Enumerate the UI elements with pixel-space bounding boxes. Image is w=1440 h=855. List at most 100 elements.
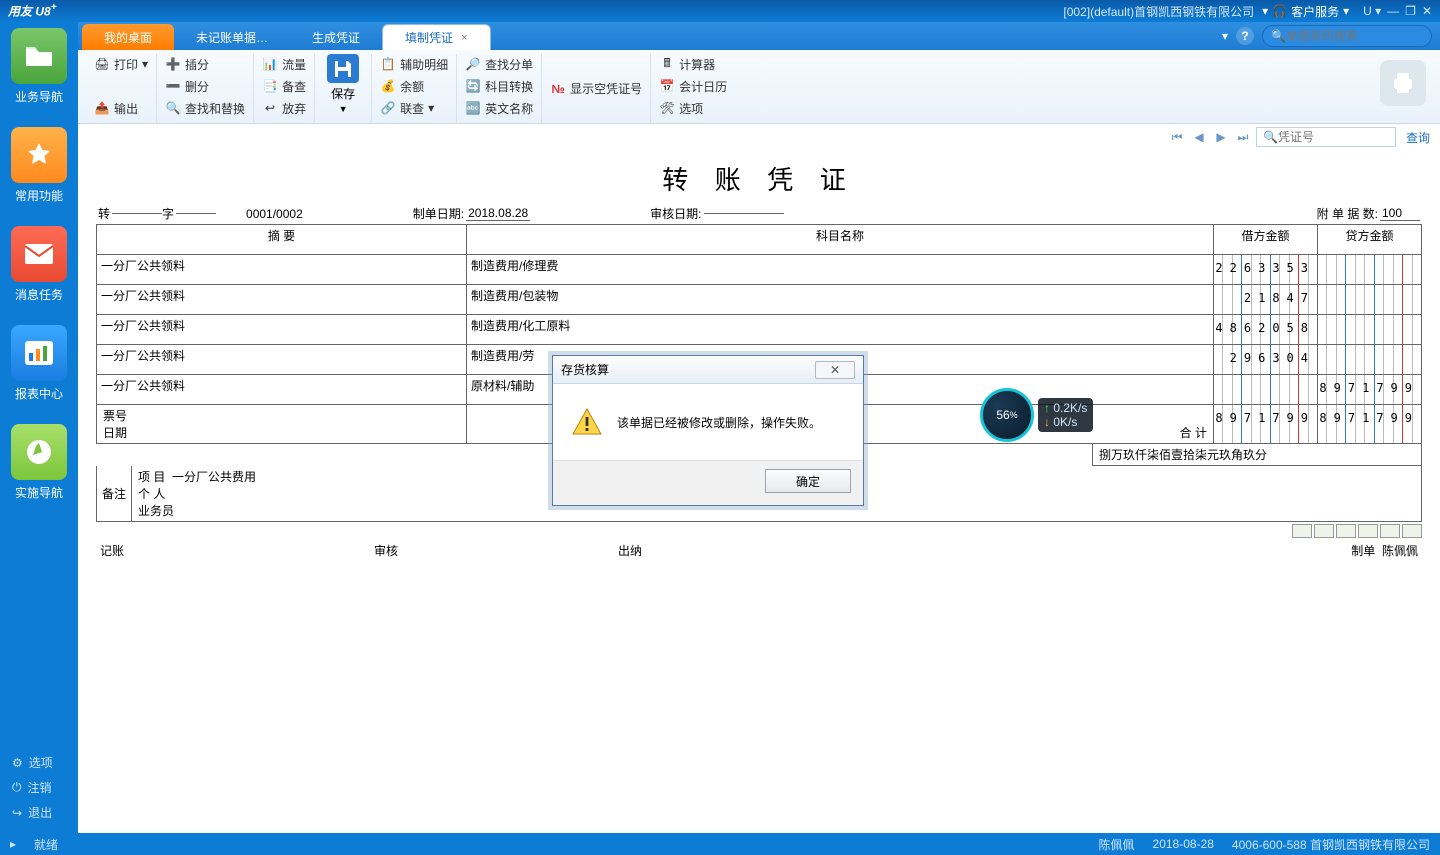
make-date[interactable]: 2018.08.28 <box>466 206 530 221</box>
voucher-no: 0001/0002 <box>246 207 303 221</box>
options-button[interactable]: 🛠选项 <box>659 98 727 118</box>
cell-credit[interactable] <box>1318 345 1422 375</box>
network-widget[interactable]: 56% ↑ 0.2K/s ↓ 0K/s <box>980 388 1093 442</box>
show-empty-button[interactable]: №显示空凭证号 <box>550 79 642 99</box>
star-icon <box>11 127 67 183</box>
col-credit: 贷方金额 <box>1318 225 1422 255</box>
cell-credit[interactable]: 8971799 <box>1318 375 1422 405</box>
cell-summary[interactable]: 一分厂公共领料 <box>97 345 467 375</box>
tab-desktop[interactable]: 我的桌面 <box>82 24 174 50</box>
first-button[interactable]: ⏮ <box>1168 128 1186 146</box>
cell-subject[interactable]: 制造费用/修理费 <box>467 255 1214 285</box>
customer-service[interactable]: ▾ 🎧 客户服务 ▾ <box>1262 3 1349 20</box>
u-menu[interactable]: U ▾ <box>1363 4 1381 18</box>
barcode-search[interactable]: 🔍 <box>1262 25 1432 47</box>
cell-credit[interactable] <box>1318 285 1422 315</box>
cell-debit[interactable]: 296304 <box>1214 345 1318 375</box>
cell-summary[interactable]: 一分厂公共领料 <box>97 315 467 345</box>
envelope-icon <box>11 226 67 282</box>
expand-handle[interactable]: ▸ <box>10 837 16 851</box>
sidebar-item-biznav[interactable]: 业务导航 <box>11 24 67 105</box>
tab-voucher[interactable]: 填制凭证× <box>382 24 490 50</box>
col-subject: 科目名称 <box>467 225 1214 255</box>
dialog-close-button[interactable]: ✕ <box>815 361 855 379</box>
print-button[interactable]: 🖨打印 ▾ <box>94 54 148 74</box>
table-row[interactable]: 一分厂公共领料制造费用/化工原料4862058 <box>97 315 1422 345</box>
calculator-button[interactable]: 🖩计算器 <box>659 54 727 74</box>
sidebar-item-impl[interactable]: 实施导航 <box>11 420 67 501</box>
balance-button[interactable]: 💰余额 <box>380 76 448 96</box>
english-name-button[interactable]: 🔤英文名称 <box>465 98 533 118</box>
voucher-title: 转 账 凭 证 <box>96 160 1422 197</box>
find-replace-button[interactable]: 🔍查找和替换 <box>165 98 245 118</box>
report-icon <box>11 325 67 381</box>
cell-credit[interactable] <box>1318 315 1422 345</box>
calendar-button[interactable]: 📅会计日历 <box>659 76 727 96</box>
maker-name: 陈佩佩 <box>1382 542 1418 559</box>
cell-debit[interactable]: 2263353 <box>1214 255 1318 285</box>
discard-button[interactable]: ↩放弃 <box>262 98 306 118</box>
voucher-header: 转 字 0001/0002 制单日期: 2018.08.28 审核日期: 附 单… <box>96 205 1422 224</box>
cell-debit[interactable]: 4862058 <box>1214 315 1318 345</box>
aux-detail-button[interactable]: 📋辅助明细 <box>380 54 448 74</box>
tab-dropdown[interactable]: ▾ <box>1222 29 1228 43</box>
prev-button[interactable]: ◀ <box>1190 128 1208 146</box>
total-debit: 8971799 <box>1214 405 1318 444</box>
cell-subject[interactable]: 制造费用/化工原料 <box>467 315 1214 345</box>
sidebar-item-messages[interactable]: 消息任务 <box>11 222 67 303</box>
subject-convert-button[interactable]: 🔄科目转换 <box>465 76 533 96</box>
export-button[interactable]: 📤输出 <box>94 98 148 118</box>
last-button[interactable]: ⏭ <box>1234 128 1252 146</box>
sidebar-logout[interactable]: ⏻注销 <box>0 775 78 800</box>
cell-summary[interactable]: 一分厂公共领料 <box>97 255 467 285</box>
help-icon[interactable]: ? <box>1236 27 1254 45</box>
sidebar-options[interactable]: ⚙选项 <box>0 750 78 775</box>
delete-line-button[interactable]: ➖删分 <box>165 76 245 96</box>
insert-line-button[interactable]: ➕插分 <box>165 54 245 74</box>
find-entry-button[interactable]: 🔎查找分单 <box>465 54 533 74</box>
search-icon: 🔍 <box>1263 130 1278 144</box>
sidebar-exit[interactable]: ↪退出 <box>0 800 78 825</box>
voucher-no-input[interactable] <box>1278 130 1378 144</box>
flow-button[interactable]: 📊流量 <box>262 54 306 74</box>
cell-subject[interactable]: 制造费用/包装物 <box>467 285 1214 315</box>
net-percent: 56% <box>980 388 1034 442</box>
flow-icon: 📊 <box>262 56 278 72</box>
sidebar-item-reports[interactable]: 报表中心 <box>11 321 67 402</box>
search2-icon: 🔎 <box>465 56 481 72</box>
calendar-icon: 📅 <box>659 78 675 94</box>
barcode-search-input[interactable] <box>1286 29 1406 43</box>
query-button[interactable]: 查询 <box>1406 129 1430 146</box>
attachment-count[interactable]: 100 <box>1380 206 1420 221</box>
mini-page-icons[interactable] <box>96 522 1422 540</box>
voucher-footer: 记账 审核 出纳 制单 陈佩佩 <box>96 540 1422 561</box>
status-user: 陈佩佩 <box>1099 836 1135 853</box>
dialog-ok-button[interactable]: 确定 <box>765 469 851 493</box>
total-label: 合 计 <box>1180 426 1207 440</box>
tab-generate[interactable]: 生成凭证 <box>290 24 382 50</box>
sidebar-item-favorites[interactable]: 常用功能 <box>11 123 67 204</box>
link-query-button[interactable]: 🔗联查 ▾ <box>380 98 448 118</box>
save-button[interactable]: 保存▼ <box>319 54 367 114</box>
cell-credit[interactable] <box>1318 255 1422 285</box>
print-float-button[interactable] <box>1380 60 1426 106</box>
discard-icon: ↩ <box>262 100 278 116</box>
compass-icon <box>11 424 67 480</box>
close-icon[interactable]: × <box>461 32 467 44</box>
table-row[interactable]: 一分厂公共领料制造费用/包装物21847 <box>97 285 1422 315</box>
cell-debit[interactable] <box>1214 375 1318 405</box>
tab-unposted[interactable]: 未记账单据… <box>174 24 290 50</box>
table-row[interactable]: 一分厂公共领料制造费用/修理费2263353 <box>97 255 1422 285</box>
ref-button[interactable]: 📑备查 <box>262 76 306 96</box>
cell-summary[interactable]: 一分厂公共领料 <box>97 375 467 405</box>
voucher-no-search[interactable]: 🔍 <box>1256 127 1396 147</box>
error-dialog: 存货核算 ✕ 该单据已经被修改或删除，操作失败。 确定 <box>552 355 864 506</box>
cell-summary[interactable]: 一分厂公共领料 <box>97 285 467 315</box>
insert-icon: ➕ <box>165 56 181 72</box>
cell-debit[interactable]: 21847 <box>1214 285 1318 315</box>
maximize-button[interactable]: ❐ <box>1405 4 1416 18</box>
minimize-button[interactable]: — <box>1387 4 1399 18</box>
close-button[interactable]: ✕ <box>1422 4 1432 18</box>
status-date: 2018-08-28 <box>1153 837 1214 851</box>
next-button[interactable]: ▶ <box>1212 128 1230 146</box>
